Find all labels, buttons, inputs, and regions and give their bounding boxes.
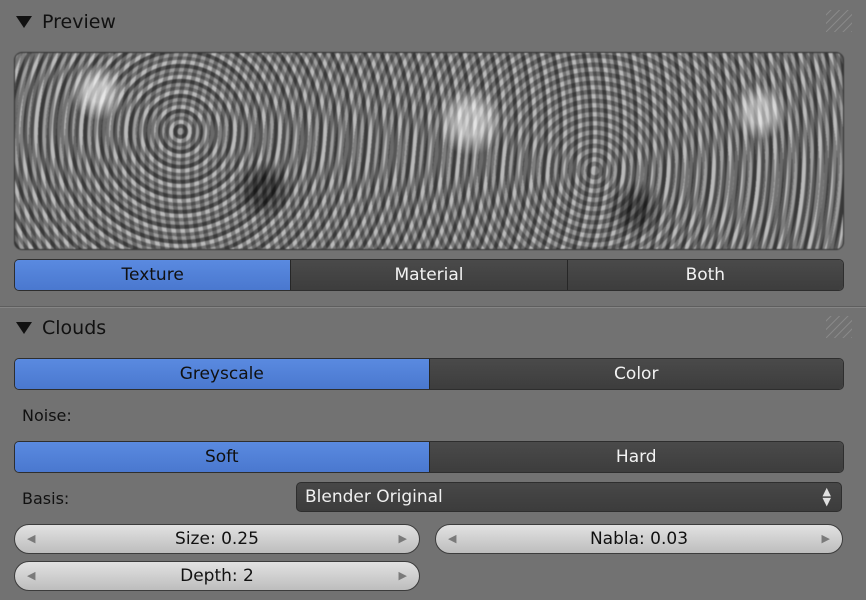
basis-dropdown[interactable]: Blender Original ▲ ▼	[296, 482, 842, 512]
color-button[interactable]: Color	[428, 359, 843, 389]
greyscale-button[interactable]: Greyscale	[15, 359, 429, 389]
preview-panel-header[interactable]: Preview	[0, 2, 866, 42]
soft-noise-button[interactable]: Soft	[15, 442, 429, 472]
nabla-field[interactable]: ◀ Nabla: 0.03 ▶	[435, 524, 843, 554]
noise-type-selector: Soft Hard	[14, 441, 844, 473]
both-mode-button[interactable]: Both	[566, 260, 843, 290]
arrow-right-icon[interactable]: ▶	[399, 532, 407, 545]
preview-panel-title: Preview	[42, 11, 116, 33]
color-mode-selector: Greyscale Color	[14, 358, 844, 390]
material-mode-button[interactable]: Material	[290, 260, 567, 290]
basis-label: Basis:	[22, 489, 70, 508]
texture-mode-button[interactable]: Texture	[15, 260, 291, 290]
grip-icon[interactable]	[826, 10, 852, 32]
arrow-left-icon[interactable]: ◀	[27, 532, 35, 545]
depth-field[interactable]: ◀ Depth: 2 ▶	[14, 561, 420, 591]
preview-mode-selector: Texture Material Both	[14, 259, 844, 291]
arrow-right-icon[interactable]: ▶	[399, 569, 407, 582]
arrow-right-icon[interactable]: ▶	[822, 532, 830, 545]
updown-arrows-icon: ▲ ▼	[822, 485, 831, 508]
depth-value: Depth: 2	[180, 566, 254, 586]
noise-label: Noise:	[22, 406, 72, 425]
basis-value: Blender Original	[305, 487, 443, 507]
clouds-panel-title: Clouds	[42, 317, 107, 339]
triangle-down-icon[interactable]	[16, 16, 32, 28]
hard-noise-button[interactable]: Hard	[428, 442, 843, 472]
triangle-down-icon[interactable]	[16, 322, 32, 334]
arrow-left-icon[interactable]: ◀	[27, 569, 35, 582]
size-field[interactable]: ◀ Size: 0.25 ▶	[14, 524, 420, 554]
arrow-left-icon[interactable]: ◀	[448, 532, 456, 545]
texture-preview-image	[14, 52, 844, 250]
size-value: Size: 0.25	[175, 529, 259, 549]
grip-icon[interactable]	[826, 316, 852, 338]
nabla-value: Nabla: 0.03	[589, 529, 689, 549]
clouds-panel-header[interactable]: Clouds	[0, 308, 866, 348]
